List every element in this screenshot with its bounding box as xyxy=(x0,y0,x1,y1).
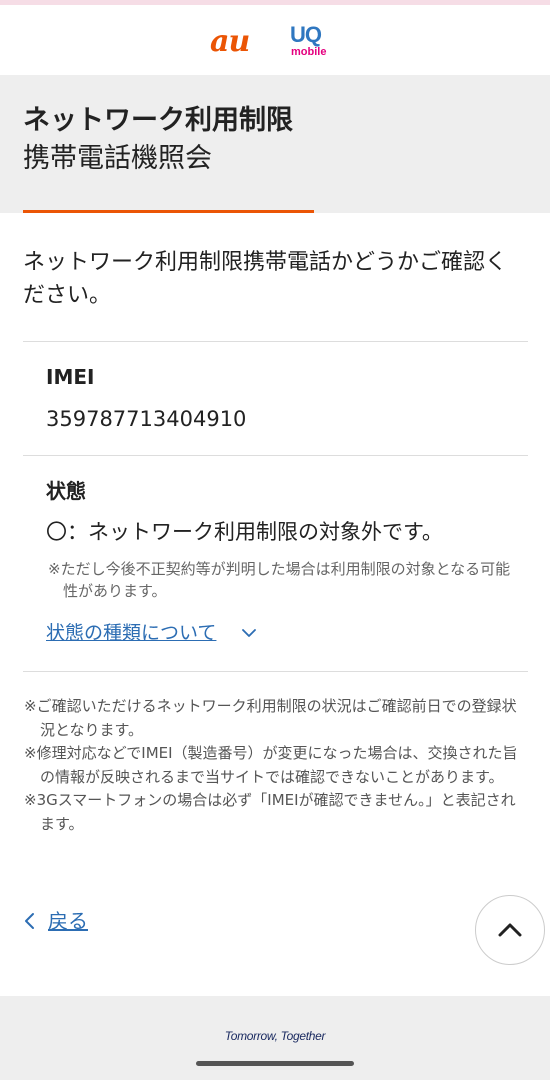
status-note: ※ただし今後不正契約等が判明した場合は利用制限の対象となる可能性があります。 xyxy=(48,560,511,600)
uq-mobile-logo[interactable]: UQ mobile xyxy=(290,23,334,63)
note-item: ※修理対応などでIMEI（製造番号）が変更になった場合は、交換された旨の情報が反… xyxy=(24,744,518,786)
uq-logo-text: UQ xyxy=(290,22,322,47)
divider xyxy=(23,455,528,456)
imei-label: IMEI xyxy=(46,365,95,389)
page-title-line-2: 携帯電話機照会 xyxy=(23,143,212,174)
status-label: 状態 xyxy=(46,479,86,503)
note-item: ※3Gスマートフォンの場合は必ず「IMEIが確認できません。」と表記されます。 xyxy=(24,791,516,833)
divider xyxy=(23,671,528,672)
status-types-link[interactable]: 状態の種類について xyxy=(46,620,216,646)
au-logo[interactable]: au xyxy=(210,25,250,59)
uq-logo-subtext: mobile xyxy=(291,46,327,58)
divider xyxy=(23,341,528,342)
scroll-to-top-button[interactable] xyxy=(475,895,545,965)
footer-tagline: Tomorrow, Together xyxy=(224,1029,326,1043)
site-header: au UQ mobile xyxy=(0,5,550,75)
intro-text: ネットワーク利用制限携帯電話かどうかご確認ください。 xyxy=(23,250,508,308)
imei-value: 359787713404910 xyxy=(46,407,247,431)
back-link[interactable]: 戻る xyxy=(48,908,88,934)
status-text: 〇：ネットワーク利用制限の対象外です。 xyxy=(46,520,443,544)
note-item: ※ご確認いただけるネットワーク利用制限の状況はご確認前日での登録状況となります。 xyxy=(24,697,517,739)
title-underline xyxy=(23,210,314,213)
chevron-left-icon[interactable] xyxy=(22,911,38,931)
chevron-up-icon xyxy=(498,923,522,937)
notes-list: ※ご確認いただけるネットワーク利用制限の状況はご確認前日での登録状況となります。… xyxy=(24,695,530,836)
page-title-line-1: ネットワーク利用制限 xyxy=(23,105,293,136)
site-footer: Tomorrow, Together xyxy=(0,996,550,1080)
page-title-band: ネットワーク利用制限 携帯電話機照会 xyxy=(0,75,550,213)
chevron-down-icon[interactable] xyxy=(240,624,258,642)
home-indicator[interactable] xyxy=(196,1061,354,1066)
